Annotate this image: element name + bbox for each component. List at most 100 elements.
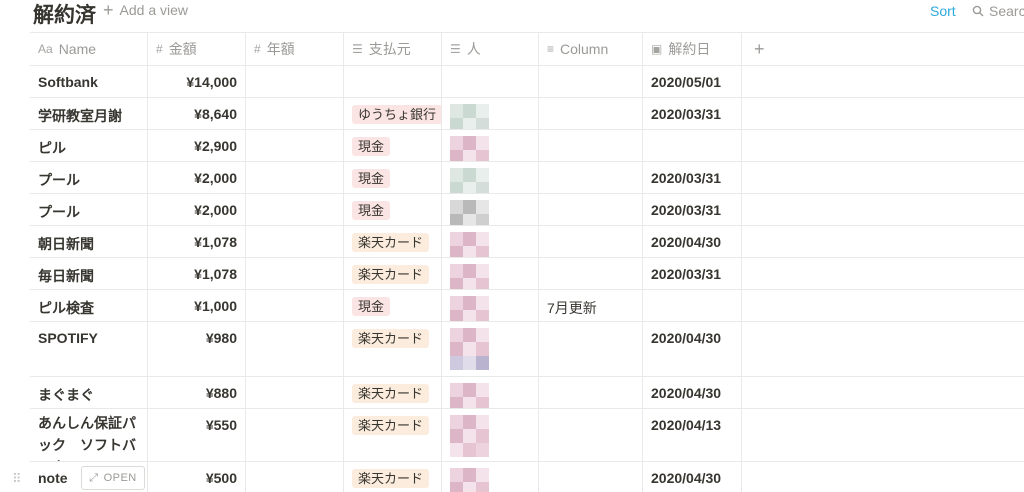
table-row[interactable]: あんしん保証パック ソフトバンク ¥550 楽天カード 2020/04/13: [30, 409, 1024, 462]
add-view-button[interactable]: + Add a view: [103, 1, 188, 19]
cell-annual[interactable]: [246, 462, 344, 492]
cell-amount[interactable]: ¥2,900: [148, 130, 246, 161]
cell-amount[interactable]: ¥1,078: [148, 226, 246, 257]
cell-name[interactable]: プール: [30, 162, 148, 193]
cell-person[interactable]: [442, 322, 539, 376]
cell-name[interactable]: プール: [30, 194, 148, 225]
cell-name[interactable]: まぐまぐ: [30, 377, 148, 408]
column-header-3[interactable]: # 年額: [246, 33, 344, 65]
cell-cancel-date[interactable]: [643, 130, 742, 161]
cell-amount[interactable]: ¥2,000: [148, 194, 246, 225]
table-row[interactable]: SPOTIFY ¥980 楽天カード 2020/04/30: [30, 322, 1024, 377]
cell-column[interactable]: [539, 322, 643, 376]
cell-column[interactable]: [539, 462, 643, 492]
column-header-2[interactable]: # 金額: [148, 33, 246, 65]
cell-payment-source[interactable]: 楽天カード: [344, 226, 442, 257]
cell-annual[interactable]: [246, 290, 344, 321]
cell-payment-source[interactable]: 現金: [344, 290, 442, 321]
cell-payment-source[interactable]: 楽天カード: [344, 322, 442, 376]
cell-person[interactable]: [442, 462, 539, 492]
cell-cancel-date[interactable]: 2020/04/30: [643, 462, 742, 492]
cell-name[interactable]: ピル: [30, 130, 148, 161]
cell-name[interactable]: ピル検査: [30, 290, 148, 321]
table-row[interactable]: 朝日新聞 ¥1,078 楽天カード 2020/04/30: [30, 226, 1024, 258]
table-row[interactable]: プール ¥2,000 現金 2020/03/31: [30, 194, 1024, 226]
add-column-button[interactable]: +: [742, 33, 1024, 65]
cell-cancel-date[interactable]: 2020/03/31: [643, 162, 742, 193]
cell-person[interactable]: [442, 226, 539, 257]
column-header-6[interactable]: ≡ Column: [539, 33, 643, 65]
column-header-4[interactable]: ☰ 支払元: [344, 33, 442, 65]
cell-person[interactable]: [442, 162, 539, 193]
drag-handle-icon[interactable]: ⠿: [12, 471, 23, 487]
cell-cancel-date[interactable]: 2020/04/30: [643, 226, 742, 257]
cell-amount[interactable]: ¥550: [148, 409, 246, 461]
cell-person[interactable]: [442, 194, 539, 225]
cell-payment-source[interactable]: 現金: [344, 130, 442, 161]
view-title[interactable]: 解約済: [33, 0, 96, 29]
cell-column[interactable]: [539, 66, 643, 97]
cell-cancel-date[interactable]: 2020/03/31: [643, 98, 742, 129]
cell-annual[interactable]: [246, 162, 344, 193]
cell-column[interactable]: [539, 226, 643, 257]
column-header-5[interactable]: ☰ 人: [442, 33, 539, 65]
cell-annual[interactable]: [246, 377, 344, 408]
cell-cancel-date[interactable]: 2020/03/31: [643, 194, 742, 225]
table-row[interactable]: プール ¥2,000 現金 2020/03/31: [30, 162, 1024, 194]
cell-amount[interactable]: ¥980: [148, 322, 246, 376]
table-row[interactable]: 学研教室月謝 ¥8,640 ゆうちょ銀行 2020/03/31: [30, 98, 1024, 130]
cell-cancel-date[interactable]: 2020/04/30: [643, 322, 742, 376]
cell-person[interactable]: [442, 290, 539, 321]
cell-amount[interactable]: ¥880: [148, 377, 246, 408]
cell-person[interactable]: [442, 130, 539, 161]
cell-annual[interactable]: [246, 98, 344, 129]
cell-person[interactable]: [442, 409, 539, 461]
table-row[interactable]: まぐまぐ ¥880 楽天カード 2020/04/30: [30, 377, 1024, 409]
cell-amount[interactable]: ¥8,640: [148, 98, 246, 129]
cell-column[interactable]: [539, 377, 643, 408]
cell-column[interactable]: [539, 258, 643, 289]
cell-name[interactable]: 朝日新聞: [30, 226, 148, 257]
table-row[interactable]: 毎日新聞 ¥1,078 楽天カード 2020/03/31: [30, 258, 1024, 290]
cell-payment-source[interactable]: 現金: [344, 162, 442, 193]
cell-payment-source[interactable]: 楽天カード: [344, 377, 442, 408]
cell-amount[interactable]: ¥1,000: [148, 290, 246, 321]
cell-name[interactable]: 学研教室月謝: [30, 98, 148, 129]
cell-cancel-date[interactable]: 2020/04/30: [643, 377, 742, 408]
cell-payment-source[interactable]: 楽天カード: [344, 258, 442, 289]
cell-name[interactable]: あんしん保証パック ソフトバンク: [30, 409, 148, 461]
cell-column[interactable]: [539, 98, 643, 129]
cell-column[interactable]: 7月更新: [539, 290, 643, 321]
cell-annual[interactable]: [246, 258, 344, 289]
table-row[interactable]: ピル検査 ¥1,000 現金 7月更新: [30, 290, 1024, 322]
cell-person[interactable]: [442, 258, 539, 289]
cell-person[interactable]: [442, 377, 539, 408]
cell-column[interactable]: [539, 162, 643, 193]
cell-payment-source[interactable]: ゆうちょ銀行: [344, 98, 442, 129]
cell-payment-source[interactable]: 現金: [344, 194, 442, 225]
cell-name[interactable]: Softbank: [30, 66, 148, 97]
cell-person[interactable]: [442, 66, 539, 97]
cell-amount[interactable]: ¥500: [148, 462, 246, 492]
cell-cancel-date[interactable]: [643, 290, 742, 321]
cell-annual[interactable]: [246, 226, 344, 257]
cell-column[interactable]: [539, 130, 643, 161]
sort-button[interactable]: Sort: [930, 3, 956, 19]
cell-person[interactable]: [442, 98, 539, 129]
cell-name[interactable]: 毎日新聞: [30, 258, 148, 289]
cell-payment-source[interactable]: [344, 66, 442, 97]
table-row[interactable]: ピル ¥2,900 現金: [30, 130, 1024, 162]
cell-annual[interactable]: [246, 409, 344, 461]
cell-amount[interactable]: ¥2,000: [148, 162, 246, 193]
search-button[interactable]: Search: [972, 3, 1024, 19]
column-header-1[interactable]: Aa Name: [30, 33, 148, 65]
table-row[interactable]: note ¥500 楽天カード 2020/04/30: [30, 462, 1024, 492]
cell-column[interactable]: [539, 409, 643, 461]
cell-column[interactable]: [539, 194, 643, 225]
cell-cancel-date[interactable]: 2020/05/01: [643, 66, 742, 97]
cell-payment-source[interactable]: 楽天カード: [344, 409, 442, 461]
cell-cancel-date[interactable]: 2020/03/31: [643, 258, 742, 289]
cell-annual[interactable]: [246, 66, 344, 97]
cell-amount[interactable]: ¥14,000: [148, 66, 246, 97]
cell-annual[interactable]: [246, 130, 344, 161]
